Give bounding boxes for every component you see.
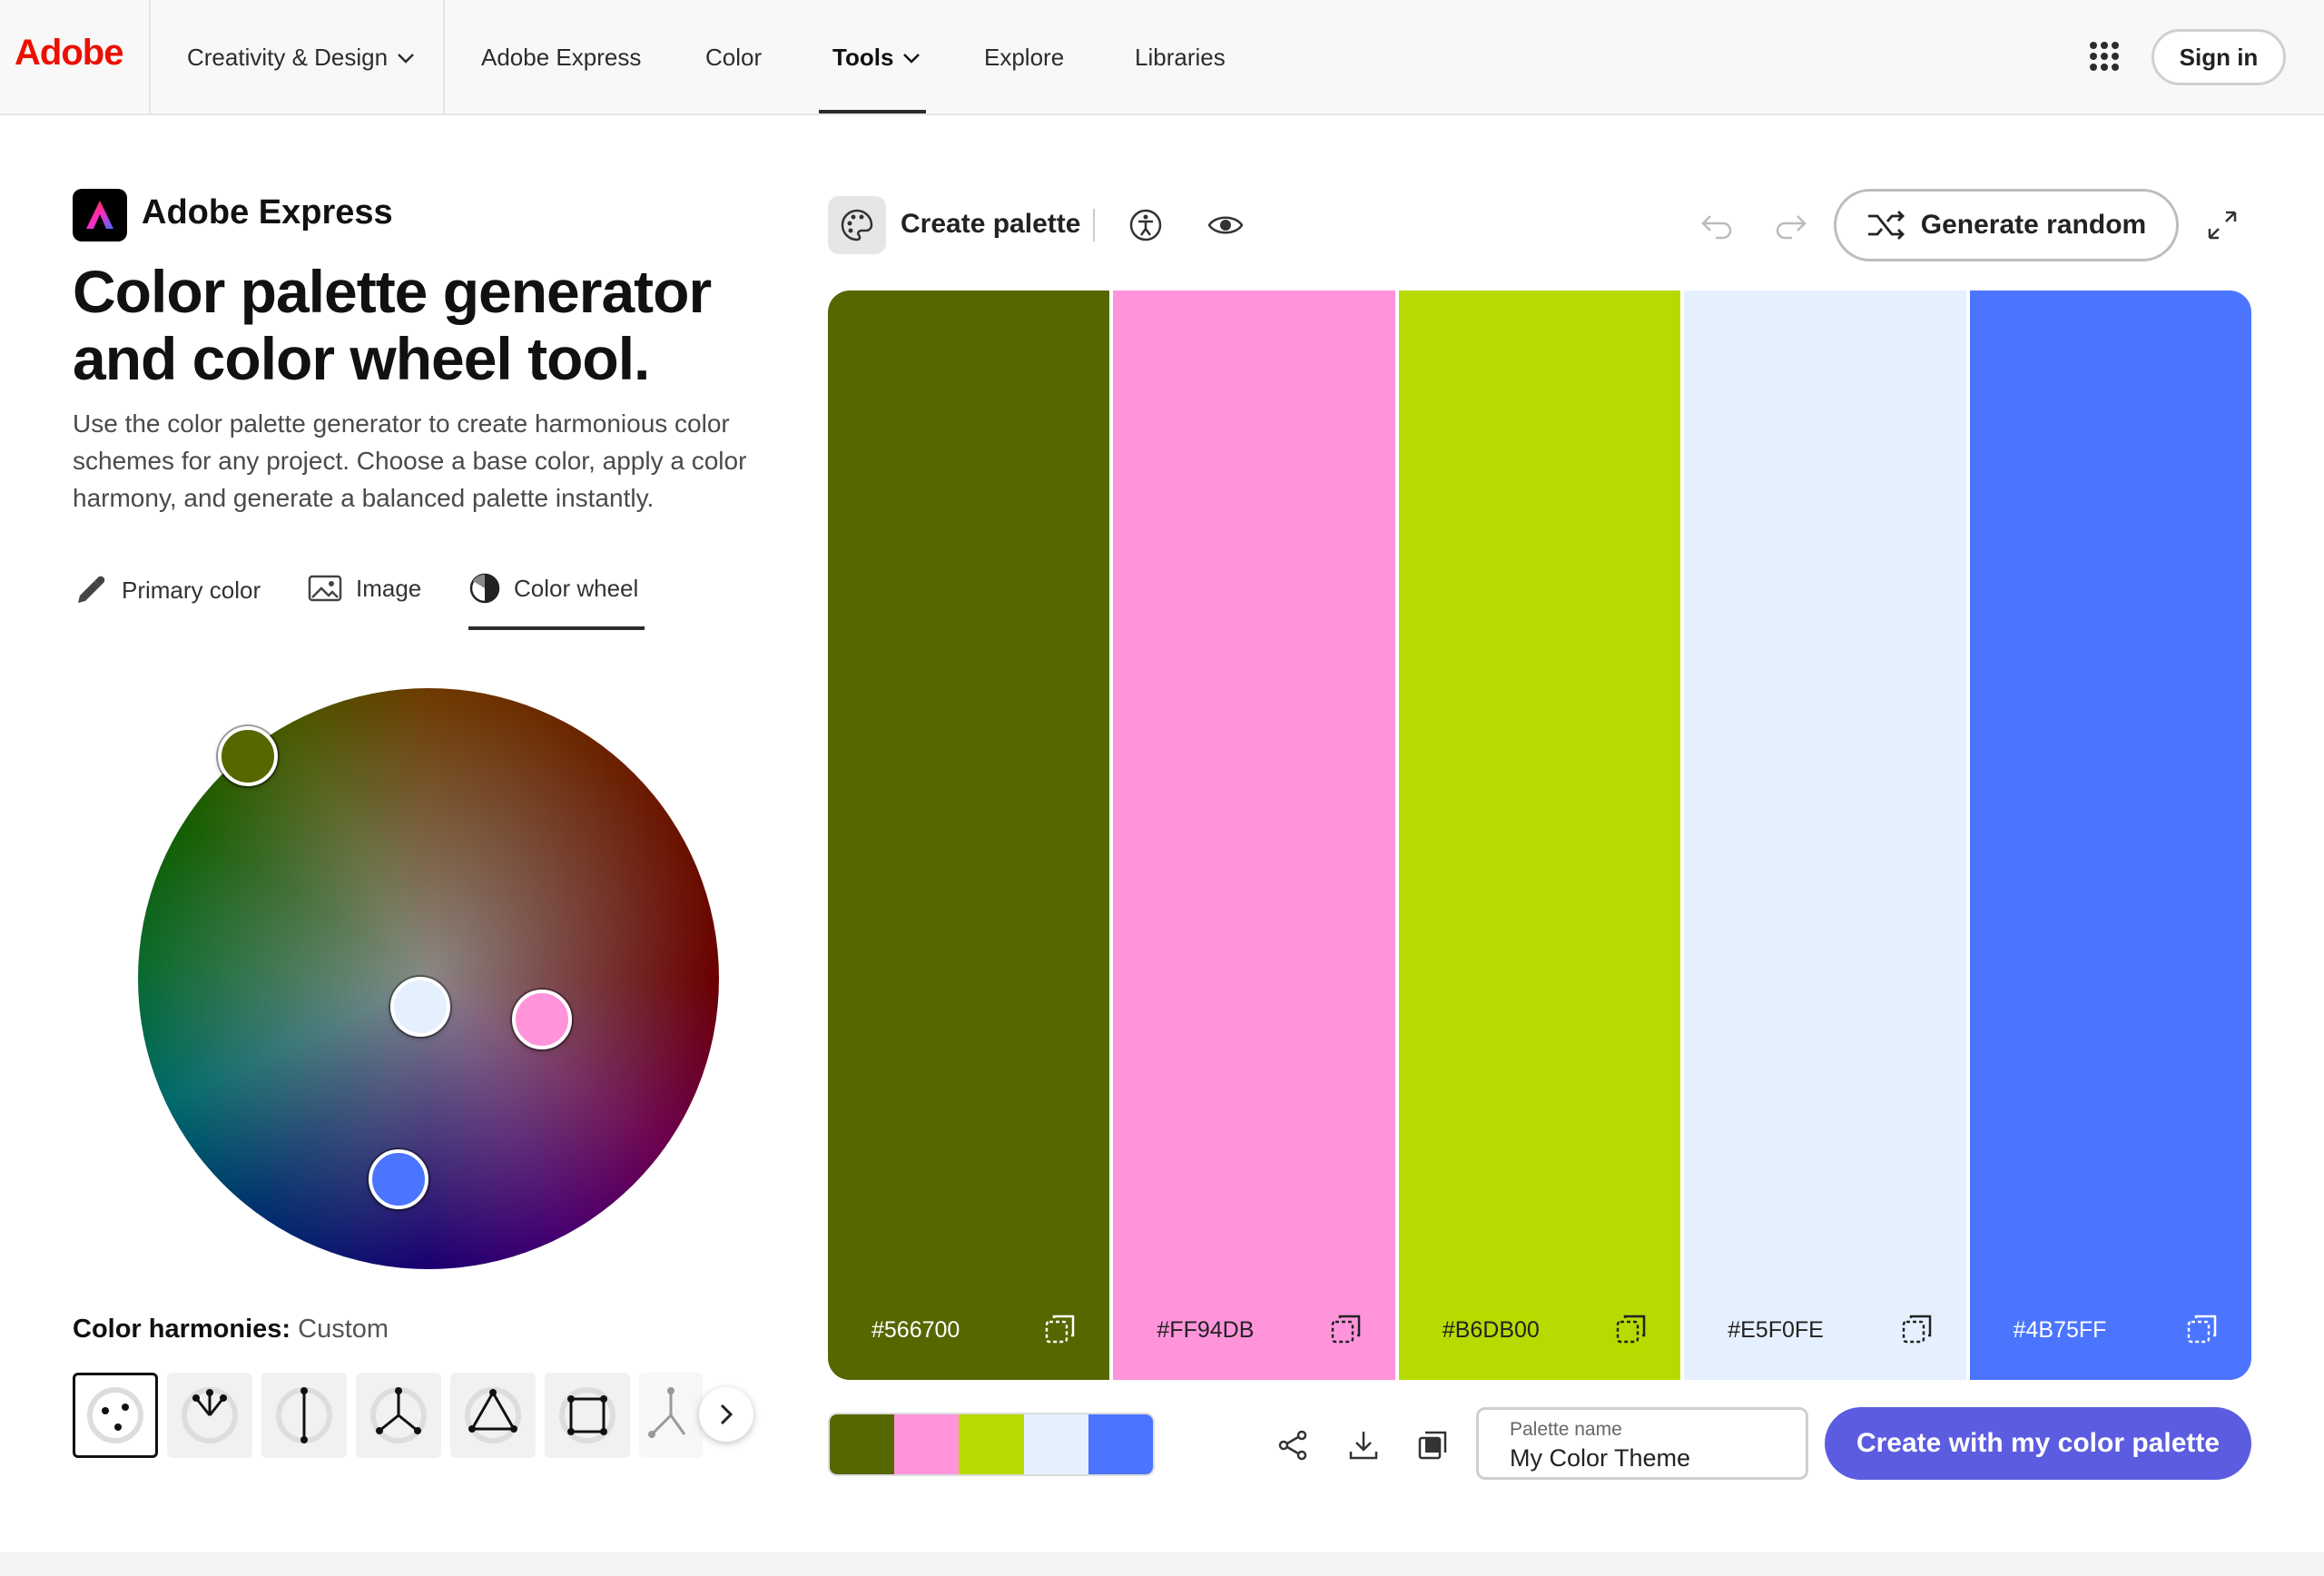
sign-in-button[interactable]: Sign in [2152,29,2286,85]
accessibility-icon[interactable] [1126,205,1166,245]
chevron-down-icon [398,53,414,64]
palette-name-input[interactable] [1510,1444,1775,1473]
nav-libraries[interactable]: Libraries [1135,44,1226,72]
fullscreen-icon[interactable] [2202,205,2242,245]
tab-color-wheel[interactable]: Color wheel [468,572,638,605]
footer-strip [0,1552,2324,1576]
swatch-hex: #566700 [872,1317,960,1343]
harmony-compound-button[interactable] [639,1373,703,1458]
redo-icon[interactable] [1770,205,1810,245]
palette-name-label: Palette name [1510,1419,1622,1440]
harmony-custom-button[interactable] [73,1373,158,1458]
harmony-analogous-button[interactable] [167,1373,252,1458]
image-icon [308,575,342,602]
copy-icon[interactable] [2184,1311,2221,1347]
download-icon[interactable] [1344,1425,1384,1465]
color-wheel-icon [469,573,500,604]
harmony-custom-icon [87,1387,143,1443]
swatch-hex: #E5F0FE [1728,1317,1824,1343]
color-swatch[interactable]: #FF94DB [1113,291,1395,1380]
copy-icon[interactable] [1899,1311,1935,1347]
product-name: Adobe Express [142,193,393,231]
harmony-compound-icon [648,1387,686,1438]
harmony-analogous-icon [182,1387,238,1443]
swatch-hex: #FF94DB [1157,1317,1255,1343]
harmony-split-complementary-icon [370,1387,427,1443]
harmony-split-complementary-button[interactable] [356,1373,441,1458]
share-icon[interactable] [1273,1425,1313,1465]
palette-preview-strip [828,1413,1155,1476]
copy-icon[interactable] [1613,1311,1649,1347]
palette-icon[interactable] [828,196,886,254]
nav-color[interactable]: Color [705,44,762,72]
wheel-handle[interactable] [512,990,572,1049]
tab-image[interactable]: Image [307,572,421,605]
strip-swatch [830,1414,895,1474]
strip-swatch [1088,1414,1153,1474]
tab-primary-color[interactable]: Primary color [73,572,261,608]
color-swatch[interactable]: #566700 [828,291,1110,1380]
palette-name-field[interactable]: Palette name [1476,1407,1808,1480]
chevron-right-icon [720,1404,734,1425]
color-swatch[interactable]: #B6DB00 [1398,291,1681,1380]
harmony-triad-icon [465,1387,521,1443]
nav-creativity-design[interactable]: Creativity & Design [187,44,415,72]
create-with-palette-button[interactable]: Create with my color palette [1825,1407,2251,1480]
harmony-square-icon [559,1387,615,1443]
eye-icon[interactable] [1206,205,1246,245]
strip-swatch [959,1414,1024,1474]
palette-swatches: #566700 #FF94DB #B6DB00 #E5F0FE #4B75FF [828,291,2251,1380]
nav-adobe-express[interactable]: Adobe Express [481,44,641,72]
create-palette-label: Create palette [901,209,1081,239]
wheel-handle[interactable] [369,1149,428,1209]
adobe-express-logo-icon [73,189,127,241]
color-wheel[interactable] [138,688,719,1269]
nav-divider [443,0,445,113]
page-title: Color palette generator and color wheel … [73,258,712,392]
wheel-handle[interactable] [390,977,450,1037]
toolbar-divider [1093,209,1095,241]
harmony-triad-button[interactable] [450,1373,536,1458]
wheel-handle-base[interactable] [218,726,278,786]
swatch-hex: #4B75FF [2013,1317,2107,1343]
color-harmonies-label: Color harmonies: Custom [73,1315,389,1344]
color-swatch[interactable]: #E5F0FE [1684,291,1966,1380]
chevron-down-icon [903,53,921,64]
tab-active-indicator [468,626,645,630]
strip-swatch [894,1414,960,1474]
eyedropper-icon [78,576,105,603]
nav-explore[interactable]: Explore [984,44,1064,72]
swatch-hex: #B6DB00 [1442,1317,1540,1343]
shuffle-icon [1867,211,1905,240]
color-swatch[interactable]: #4B75FF [1969,291,2251,1380]
strip-swatch [1023,1414,1088,1474]
page-description: Use the color palette generator to creat… [73,409,747,512]
nav-tools[interactable]: Tools [832,44,921,72]
copy-icon[interactable] [1042,1311,1078,1347]
harmonies-next-button[interactable] [699,1387,753,1442]
generate-random-button[interactable]: Generate random [1834,189,2179,261]
copy-icon[interactable] [1328,1311,1364,1347]
undo-icon[interactable] [1698,205,1738,245]
apps-grid-icon[interactable] [2090,42,2119,71]
harmony-complementary-button[interactable] [261,1373,347,1458]
nav-divider [149,0,151,113]
harmony-complementary-icon [276,1387,332,1443]
adobe-logo[interactable]: Adobe [15,33,123,74]
nav-active-indicator [819,110,926,113]
harmony-square-button[interactable] [545,1373,630,1458]
top-nav: Adobe Creativity & Design Adobe Express … [0,0,2324,115]
copy-palette-icon[interactable] [1413,1425,1452,1465]
